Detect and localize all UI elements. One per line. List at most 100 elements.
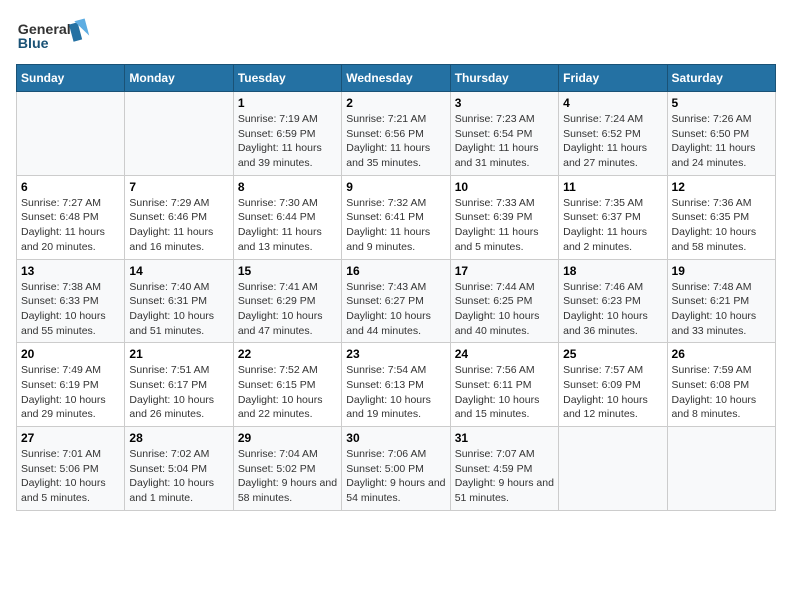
calendar-cell: 22Sunrise: 7:52 AM Sunset: 6:15 PM Dayli… — [233, 343, 341, 427]
day-number: 5 — [672, 96, 771, 110]
day-number: 14 — [129, 264, 228, 278]
calendar-cell: 5 Sunrise: 7:26 AM Sunset: 6:50 PM Daylig… — [667, 92, 775, 176]
day-info: Sunrise: 7:46 AM Sunset: 6:23 PM Dayligh… — [563, 280, 662, 339]
logo-svg: General Blue — [16, 16, 96, 56]
day-info: Sunrise: 7:59 AM Sunset: 6:08 PM Dayligh… — [672, 363, 771, 422]
calendar-cell: 6 Sunrise: 7:27 AM Sunset: 6:48 PM Daylig… — [17, 175, 125, 259]
week-row: 13 Sunrise: 7:38 AM Sunset: 6:33 PM Dayli… — [17, 259, 776, 343]
calendar-cell: 3Sunrise: 7:23 AM Sunset: 6:54 PM Daylig… — [450, 92, 558, 176]
day-number: 7 — [129, 180, 228, 194]
day-number: 19 — [672, 264, 771, 278]
day-number: 11 — [563, 180, 662, 194]
day-info: Sunrise: 7:27 AM Sunset: 6:48 PM Dayligh… — [21, 196, 120, 255]
col-header-wednesday: Wednesday — [342, 65, 450, 92]
calendar-cell: 29Sunrise: 7:04 AM Sunset: 5:02 PM Dayli… — [233, 427, 341, 511]
week-row: 20 Sunrise: 7:49 AM Sunset: 6:19 PM Dayli… — [17, 343, 776, 427]
calendar-cell: 16 Sunrise: 7:43 AM Sunset: 6:27 PM Dayli… — [342, 259, 450, 343]
col-header-monday: Monday — [125, 65, 233, 92]
day-number: 20 — [21, 347, 120, 361]
day-number: 25 — [563, 347, 662, 361]
day-info: Sunrise: 7:02 AM Sunset: 5:04 PM Dayligh… — [129, 447, 228, 506]
calendar-cell: 31Sunrise: 7:07 AM Sunset: 4:59 PM Dayli… — [450, 427, 558, 511]
day-info: Sunrise: 7:33 AM Sunset: 6:39 PM Dayligh… — [455, 196, 554, 255]
day-number: 18 — [563, 264, 662, 278]
calendar-cell: 12 Sunrise: 7:36 AM Sunset: 6:35 PM Dayli… — [667, 175, 775, 259]
calendar-cell: 19 Sunrise: 7:48 AM Sunset: 6:21 PM Dayli… — [667, 259, 775, 343]
svg-text:Blue: Blue — [18, 36, 49, 52]
day-number: 9 — [346, 180, 445, 194]
day-number: 16 — [346, 264, 445, 278]
day-number: 31 — [455, 431, 554, 445]
calendar-cell: 27Sunrise: 7:01 AM Sunset: 5:06 PM Dayli… — [17, 427, 125, 511]
day-info: Sunrise: 7:38 AM Sunset: 6:33 PM Dayligh… — [21, 280, 120, 339]
day-info: Sunrise: 7:48 AM Sunset: 6:21 PM Dayligh… — [672, 280, 771, 339]
calendar-cell — [559, 427, 667, 511]
day-number: 8 — [238, 180, 337, 194]
day-number: 22 — [238, 347, 337, 361]
calendar-cell: 30 Sunrise: 7:06 AM Sunset: 5:00 PM Dayli… — [342, 427, 450, 511]
header-row: SundayMondayTuesdayWednesdayThursdayFrid… — [17, 65, 776, 92]
week-row: 6 Sunrise: 7:27 AM Sunset: 6:48 PM Daylig… — [17, 175, 776, 259]
col-header-tuesday: Tuesday — [233, 65, 341, 92]
calendar-cell: 18 Sunrise: 7:46 AM Sunset: 6:23 PM Dayli… — [559, 259, 667, 343]
calendar-cell: 24 Sunrise: 7:56 AM Sunset: 6:11 PM Dayli… — [450, 343, 558, 427]
day-info: Sunrise: 7:30 AM Sunset: 6:44 PM Dayligh… — [238, 196, 337, 255]
day-number: 1 — [238, 96, 337, 110]
day-number: 28 — [129, 431, 228, 445]
day-info: Sunrise: 7:41 AM Sunset: 6:29 PM Dayligh… — [238, 280, 337, 339]
day-number: 15 — [238, 264, 337, 278]
calendar-cell: 1 Sunrise: 7:19 AM Sunset: 6:59 PM Daylig… — [233, 92, 341, 176]
day-number: 24 — [455, 347, 554, 361]
day-info: Sunrise: 7:51 AM Sunset: 6:17 PM Dayligh… — [129, 363, 228, 422]
calendar-cell: 2Sunrise: 7:21 AM Sunset: 6:56 PM Daylig… — [342, 92, 450, 176]
col-header-saturday: Saturday — [667, 65, 775, 92]
day-info: Sunrise: 7:04 AM Sunset: 5:02 PM Dayligh… — [238, 447, 337, 506]
calendar-cell: 25Sunrise: 7:57 AM Sunset: 6:09 PM Dayli… — [559, 343, 667, 427]
calendar-cell: 15 Sunrise: 7:41 AM Sunset: 6:29 PM Dayli… — [233, 259, 341, 343]
day-number: 4 — [563, 96, 662, 110]
day-number: 6 — [21, 180, 120, 194]
day-info: Sunrise: 7:24 AM Sunset: 6:52 PM Dayligh… — [563, 112, 662, 171]
calendar-cell: 8 Sunrise: 7:30 AM Sunset: 6:44 PM Daylig… — [233, 175, 341, 259]
col-header-thursday: Thursday — [450, 65, 558, 92]
calendar-cell: 4 Sunrise: 7:24 AM Sunset: 6:52 PM Daylig… — [559, 92, 667, 176]
week-row: 1 Sunrise: 7:19 AM Sunset: 6:59 PM Daylig… — [17, 92, 776, 176]
day-info: Sunrise: 7:56 AM Sunset: 6:11 PM Dayligh… — [455, 363, 554, 422]
day-info: Sunrise: 7:32 AM Sunset: 6:41 PM Dayligh… — [346, 196, 445, 255]
day-info: Sunrise: 7:54 AM Sunset: 6:13 PM Dayligh… — [346, 363, 445, 422]
day-info: Sunrise: 7:44 AM Sunset: 6:25 PM Dayligh… — [455, 280, 554, 339]
day-number: 12 — [672, 180, 771, 194]
day-number: 30 — [346, 431, 445, 445]
day-number: 21 — [129, 347, 228, 361]
day-info: Sunrise: 7:36 AM Sunset: 6:35 PM Dayligh… — [672, 196, 771, 255]
calendar-cell: 21 Sunrise: 7:51 AM Sunset: 6:17 PM Dayli… — [125, 343, 233, 427]
col-header-sunday: Sunday — [17, 65, 125, 92]
day-info: Sunrise: 7:06 AM Sunset: 5:00 PM Dayligh… — [346, 447, 445, 506]
day-info: Sunrise: 7:49 AM Sunset: 6:19 PM Dayligh… — [21, 363, 120, 422]
day-number: 26 — [672, 347, 771, 361]
calendar-cell: 17Sunrise: 7:44 AM Sunset: 6:25 PM Dayli… — [450, 259, 558, 343]
calendar-cell: 23Sunrise: 7:54 AM Sunset: 6:13 PM Dayli… — [342, 343, 450, 427]
calendar-cell: 26 Sunrise: 7:59 AM Sunset: 6:08 PM Dayli… — [667, 343, 775, 427]
calendar-cell: 10Sunrise: 7:33 AM Sunset: 6:39 PM Dayli… — [450, 175, 558, 259]
col-header-friday: Friday — [559, 65, 667, 92]
day-info: Sunrise: 7:43 AM Sunset: 6:27 PM Dayligh… — [346, 280, 445, 339]
calendar-cell: 28 Sunrise: 7:02 AM Sunset: 5:04 PM Dayli… — [125, 427, 233, 511]
calendar-cell — [17, 92, 125, 176]
day-info: Sunrise: 7:01 AM Sunset: 5:06 PM Dayligh… — [21, 447, 120, 506]
day-info: Sunrise: 7:19 AM Sunset: 6:59 PM Dayligh… — [238, 112, 337, 171]
week-row: 27Sunrise: 7:01 AM Sunset: 5:06 PM Dayli… — [17, 427, 776, 511]
calendar-cell: 13 Sunrise: 7:38 AM Sunset: 6:33 PM Dayli… — [17, 259, 125, 343]
day-info: Sunrise: 7:21 AM Sunset: 6:56 PM Dayligh… — [346, 112, 445, 171]
logo: General Blue — [16, 16, 96, 56]
day-info: Sunrise: 7:26 AM Sunset: 6:50 PM Dayligh… — [672, 112, 771, 171]
calendar-cell: 11Sunrise: 7:35 AM Sunset: 6:37 PM Dayli… — [559, 175, 667, 259]
calendar-cell: 9 Sunrise: 7:32 AM Sunset: 6:41 PM Daylig… — [342, 175, 450, 259]
day-number: 13 — [21, 264, 120, 278]
calendar-cell — [125, 92, 233, 176]
day-info: Sunrise: 7:40 AM Sunset: 6:31 PM Dayligh… — [129, 280, 228, 339]
header: General Blue — [16, 16, 776, 56]
calendar-cell: 7Sunrise: 7:29 AM Sunset: 6:46 PM Daylig… — [125, 175, 233, 259]
day-info: Sunrise: 7:23 AM Sunset: 6:54 PM Dayligh… — [455, 112, 554, 171]
calendar-cell: 14 Sunrise: 7:40 AM Sunset: 6:31 PM Dayli… — [125, 259, 233, 343]
